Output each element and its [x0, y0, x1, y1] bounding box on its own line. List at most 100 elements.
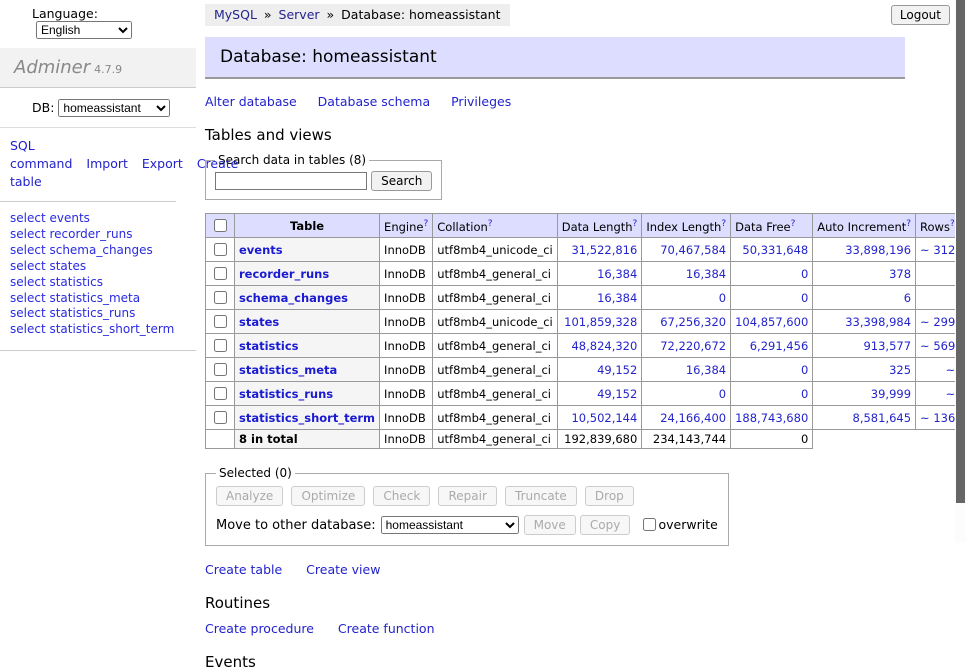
- data-length-help-icon[interactable]: ?: [633, 219, 638, 229]
- table-link[interactable]: statistics_short_term: [239, 411, 375, 425]
- index-length-cell: 0: [642, 382, 731, 406]
- breadcrumb-mysql-link[interactable]: MySQL: [214, 7, 257, 22]
- index-length-cell: 67,256,320: [642, 310, 731, 334]
- row-checkbox[interactable]: [214, 363, 227, 376]
- index-length-cell: 70,467,584: [642, 238, 731, 262]
- engine-cell: InnoDB: [380, 382, 433, 406]
- sidebar-item-select-statistics-meta[interactable]: select statistics_meta: [10, 291, 186, 307]
- collation-cell: utf8mb4_unicode_ci: [433, 238, 558, 262]
- create-view-link[interactable]: Create view: [306, 562, 380, 577]
- sidebar-item-select-statistics-runs[interactable]: select statistics_runs: [10, 306, 186, 322]
- collation-help-icon[interactable]: ?: [488, 219, 493, 229]
- routines-heading: Routines: [205, 594, 917, 612]
- row-checkbox[interactable]: [214, 387, 227, 400]
- drop-button[interactable]: Drop: [585, 486, 634, 506]
- table-link[interactable]: schema_changes: [239, 291, 348, 305]
- table-header-row: Table Engine? Collation? Data Length? In…: [206, 214, 966, 238]
- alter-database-link[interactable]: Alter database: [205, 94, 297, 109]
- sidebar-item-select-statistics-short-term[interactable]: select statistics_short_term: [10, 322, 186, 338]
- sidebar-item-select-recorder-runs[interactable]: select recorder_runs: [10, 227, 186, 243]
- column-header-data-free: Data Free?: [731, 214, 813, 238]
- database-schema-link[interactable]: Database schema: [318, 94, 430, 109]
- vertical-scrollbar-thumb[interactable]: [956, 0, 965, 503]
- engine-cell: InnoDB: [380, 406, 433, 430]
- engine-cell: InnoDB: [380, 334, 433, 358]
- select-all-checkbox[interactable]: [214, 219, 227, 232]
- data-free-cell: 188,743,680: [731, 406, 813, 430]
- row-checkbox[interactable]: [214, 339, 227, 352]
- page-title: Database: homeassistant: [205, 37, 905, 79]
- search-button[interactable]: Search: [371, 171, 432, 191]
- table-link[interactable]: statistics_meta: [239, 363, 337, 377]
- sidebar-link-sql-command[interactable]: SQL command: [10, 138, 72, 171]
- create-table-view-links: Create table Create view: [205, 562, 917, 577]
- total-label: 8 in total: [235, 430, 380, 449]
- engine-help-icon[interactable]: ?: [423, 219, 428, 229]
- language-select[interactable]: English: [36, 21, 132, 39]
- table-row: events InnoDB utf8mb4_unicode_ci 31,522,…: [206, 238, 966, 262]
- truncate-button[interactable]: Truncate: [505, 486, 577, 506]
- sidebar-link-export[interactable]: Export: [142, 156, 183, 171]
- search-input[interactable]: [215, 172, 367, 190]
- copy-button[interactable]: Copy: [580, 515, 630, 535]
- index-length-cell: 16,384: [642, 358, 731, 382]
- auto-increment-cell: 8,581,645: [813, 406, 916, 430]
- data-free-cell: 50,331,648: [731, 238, 813, 262]
- table-link[interactable]: events: [239, 243, 283, 257]
- table-link[interactable]: statistics: [239, 339, 299, 353]
- row-checkbox[interactable]: [214, 267, 227, 280]
- auto-increment-cell: 6: [813, 286, 916, 310]
- sidebar-item-select-states[interactable]: select states: [10, 259, 186, 275]
- privileges-link[interactable]: Privileges: [451, 94, 511, 109]
- table-row: statistics InnoDB utf8mb4_general_ci 48,…: [206, 334, 966, 358]
- logout-button[interactable]: Logout: [891, 5, 950, 25]
- db-label: DB:: [32, 100, 54, 115]
- data-length-cell: 101,859,328: [557, 310, 642, 334]
- data-length-cell: 48,824,320: [557, 334, 642, 358]
- tables-overview-table: Table Engine? Collation? Data Length? In…: [205, 213, 966, 449]
- optimize-button[interactable]: Optimize: [291, 486, 365, 506]
- breadcrumb-server-link[interactable]: Server: [279, 7, 320, 22]
- data-free-help-icon[interactable]: ?: [791, 219, 796, 229]
- engine-cell: InnoDB: [380, 310, 433, 334]
- table-link[interactable]: recorder_runs: [239, 267, 329, 281]
- index-length-help-icon[interactable]: ?: [721, 219, 726, 229]
- analyze-button[interactable]: Analyze: [216, 486, 283, 506]
- vertical-scrollbar-track[interactable]: [955, 0, 966, 543]
- sidebar: Language:English Adminer4.7.9 DB:homeass…: [0, 0, 196, 351]
- breadcrumb: MySQL » Server » Database: homeassistant: [205, 4, 510, 26]
- tables-and-views-heading: Tables and views: [205, 126, 917, 144]
- table-row: statistics_runs InnoDB utf8mb4_general_c…: [206, 382, 966, 406]
- overwrite-checkbox[interactable]: [643, 518, 656, 531]
- sidebar-item-select-events[interactable]: select events: [10, 211, 186, 227]
- create-function-link[interactable]: Create function: [338, 621, 435, 636]
- table-link[interactable]: statistics_runs: [239, 387, 333, 401]
- engine-cell: InnoDB: [380, 430, 433, 449]
- row-checkbox[interactable]: [214, 243, 227, 256]
- sidebar-link-import[interactable]: Import: [86, 156, 128, 171]
- row-checkbox[interactable]: [214, 315, 227, 328]
- auto-increment-help-icon[interactable]: ?: [906, 219, 911, 229]
- check-button[interactable]: Check: [373, 486, 430, 506]
- move-db-select[interactable]: homeassistant: [381, 516, 519, 534]
- repair-button[interactable]: Repair: [438, 486, 496, 506]
- sidebar-item-select-schema-changes[interactable]: select schema_changes: [10, 243, 186, 259]
- data-length-cell: 31,522,816: [557, 238, 642, 262]
- move-button[interactable]: Move: [524, 515, 576, 535]
- sidebar-item-select-statistics[interactable]: select statistics: [10, 275, 186, 291]
- auto-increment-cell: 33,898,196: [813, 238, 916, 262]
- engine-cell: InnoDB: [380, 286, 433, 310]
- row-checkbox[interactable]: [214, 291, 227, 304]
- db-select[interactable]: homeassistant: [58, 99, 170, 117]
- table-row: recorder_runs InnoDB utf8mb4_general_ci …: [206, 262, 966, 286]
- row-checkbox[interactable]: [214, 411, 227, 424]
- data-free-cell: 6,291,456: [731, 334, 813, 358]
- create-table-link[interactable]: Create table: [205, 562, 282, 577]
- breadcrumb-separator: »: [264, 7, 272, 22]
- table-link[interactable]: states: [239, 315, 279, 329]
- breadcrumb-current: Database: homeassistant: [341, 7, 500, 22]
- create-procedure-link[interactable]: Create procedure: [205, 621, 314, 636]
- table-row: schema_changes InnoDB utf8mb4_general_ci…: [206, 286, 966, 310]
- data-length-cell: 10,502,144: [557, 406, 642, 430]
- engine-cell: InnoDB: [380, 238, 433, 262]
